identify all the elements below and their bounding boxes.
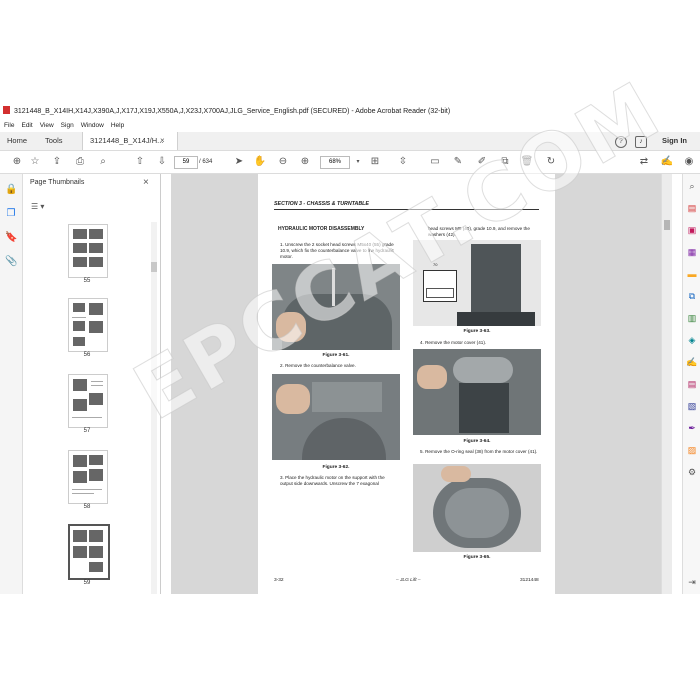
comment-tool-icon[interactable]: ▬ <box>686 268 698 280</box>
page-thumbnails-icon[interactable]: ❐ <box>5 208 17 220</box>
menu-view[interactable]: View <box>40 122 54 129</box>
footer-doc-number: 3121448 <box>520 578 539 583</box>
bookmark-icon[interactable]: 🔖 <box>5 232 17 244</box>
close-tab-icon[interactable]: × <box>160 132 165 150</box>
figure-caption: Figure 3-62. <box>322 465 350 470</box>
more-tools-icon[interactable]: ⚙ <box>686 466 698 478</box>
thumbnail-label: 59 <box>83 580 91 586</box>
request-signature-icon[interactable]: ✒ <box>686 422 698 434</box>
edit-pdf-icon[interactable]: ▣ <box>686 224 698 236</box>
step-5-text: 5. Remove the O-ring seal (38) from the … <box>420 449 538 454</box>
page-total: / 634 <box>199 159 213 165</box>
combine-files-icon[interactable]: ⧉ <box>686 290 698 302</box>
next-page-icon[interactable]: ⇩ <box>155 155 169 169</box>
window-title: 3121448_B_X14IH,X14J,X390A,J,X17J,X19J,X… <box>14 108 451 115</box>
thumbnail-label: 58 <box>83 504 91 510</box>
tab-home[interactable]: Home <box>0 132 34 150</box>
page-number-footer: 3-32 <box>274 578 284 583</box>
figure-3-64-photo <box>413 349 541 435</box>
tab-tools[interactable]: Tools <box>38 132 70 150</box>
export-pdf-icon[interactable]: ▤ <box>686 202 698 214</box>
thumbnail-label: 56 <box>83 352 91 358</box>
star-icon[interactable]: ☆ <box>28 155 42 169</box>
menu-window[interactable]: Window <box>81 122 104 129</box>
footer-brand: – JLG Lift – <box>396 578 421 583</box>
thumbnail-page-56[interactable] <box>68 298 108 352</box>
thumbnail-page-58[interactable] <box>68 450 108 504</box>
protect-icon[interactable]: ▤ <box>686 378 698 390</box>
create-icon[interactable]: ⊕ <box>10 155 24 169</box>
account-icon[interactable]: ◉ <box>682 155 696 169</box>
figure-caption: Figure 3-64. <box>463 439 491 444</box>
right-tools-strip: ⌕ ▤ ▣ ▦ ▬ ⧉ ▥ ◈ ✍ ▤ ▧ ✒ ▨ ⚙ ⇥ <box>682 174 700 594</box>
zoom-out-icon[interactable]: ⊖ <box>276 155 290 169</box>
send-comments-icon[interactable]: ▧ <box>686 400 698 412</box>
page-number-input[interactable] <box>174 156 198 169</box>
search-icon[interactable]: ⌕ <box>96 155 110 169</box>
thumbnail-page-55[interactable] <box>68 224 108 278</box>
hand-icon[interactable]: ✋ <box>253 155 267 169</box>
menu-sign[interactable]: Sign <box>61 122 74 129</box>
left-nav-strip: 🔒 ❐ 🔖 📎 <box>0 174 23 594</box>
thumbnail-label: 55 <box>83 278 91 284</box>
collapse-panel-icon[interactable]: ⇥ <box>686 576 698 588</box>
fill-sign-icon[interactable]: ✍ <box>686 356 698 368</box>
zoom-input[interactable] <box>320 156 350 169</box>
thumbnail-label: 57 <box>83 428 91 434</box>
acrobat-icon <box>3 106 10 114</box>
scrollbar-thumb[interactable] <box>151 262 157 272</box>
select-cursor-icon[interactable]: ➤ <box>232 155 246 169</box>
figure-3-65-photo <box>413 464 541 552</box>
create-pdf-icon[interactable]: ▦ <box>686 246 698 258</box>
menu-edit[interactable]: Edit <box>21 122 32 129</box>
step-2-text: 2. Remove the counterbalance valve. <box>280 363 356 368</box>
attachment-icon[interactable]: 📎 <box>5 256 17 268</box>
figure-caption: Figure 3-65. <box>463 555 491 560</box>
close-panel-icon[interactable]: × <box>143 177 149 188</box>
zoom-search-icon[interactable]: ⌕ <box>686 180 698 192</box>
thumbnail-options-icon[interactable]: ☰ ▾ <box>31 202 44 211</box>
scan-icon[interactable]: ▨ <box>686 444 698 456</box>
figure-caption: Figure 3-63. <box>463 329 491 334</box>
prev-page-icon[interactable]: ⇧ <box>133 155 147 169</box>
draw-sign-icon[interactable]: ✍ <box>660 155 674 169</box>
menu-file[interactable]: File <box>4 122 14 129</box>
scroll-mode-icon[interactable]: ⇳ <box>396 155 410 169</box>
scrollbar-thumb[interactable] <box>664 220 670 230</box>
compress-icon[interactable]: ◈ <box>686 334 698 346</box>
organize-pages-icon[interactable]: ▥ <box>686 312 698 324</box>
step-4-text: 4. Remove the motor cover (41). <box>420 340 487 345</box>
document-scrollbar[interactable] <box>661 174 672 594</box>
panel-title: Page Thumbnails <box>30 179 85 186</box>
thumbnail-page-57[interactable] <box>68 374 108 428</box>
fit-page-icon[interactable]: ⊞ <box>368 155 382 169</box>
zoom-in-icon[interactable]: ⊕ <box>298 155 312 169</box>
section-title: SECTION 3 - CHASSIS & TURNTABLE <box>274 201 369 207</box>
thumbnail-page-59[interactable] <box>68 524 110 580</box>
print-icon[interactable]: ⎙ <box>73 155 87 169</box>
upload-icon[interactable]: ⇪ <box>50 155 64 169</box>
menu-help[interactable]: Help <box>111 122 124 129</box>
chevron-down-icon[interactable]: ▾ <box>351 155 365 169</box>
step-3-text: 3. Place the hydraulic motor on the supp… <box>280 475 385 486</box>
lock-icon[interactable]: 🔒 <box>5 184 17 196</box>
figure-3-62-photo <box>272 374 400 460</box>
comment-icon[interactable]: ▭ <box>428 155 442 169</box>
